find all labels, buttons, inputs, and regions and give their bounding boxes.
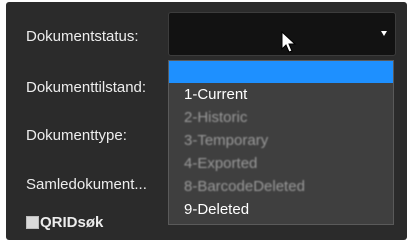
- mouse-cursor-icon: [281, 31, 297, 53]
- qrid-search-checkbox[interactable]: QRIDsøk: [26, 214, 103, 231]
- option-temporary[interactable]: 3-Temporary: [169, 129, 393, 152]
- option-empty[interactable]: [169, 61, 393, 83]
- option-historic[interactable]: 2-Historic: [169, 106, 393, 129]
- dokumenttilstand-label: Dokumenttilstand:: [26, 79, 147, 96]
- qrid-search-label: QRIDsøk: [40, 214, 104, 231]
- option-exported[interactable]: 4-Exported: [169, 152, 393, 175]
- option-deleted[interactable]: 9-Deleted: [169, 198, 393, 221]
- dokumentstatus-label: Dokumentstatus:: [26, 28, 139, 45]
- dokumentstatus-select[interactable]: [168, 12, 396, 56]
- option-barcodedeleted[interactable]: 8-BarcodeDeleted: [169, 175, 393, 198]
- option-current[interactable]: 1-Current: [169, 83, 393, 106]
- checkbox-icon[interactable]: [26, 216, 39, 229]
- dokumenttype-label: Dokumenttype:: [26, 127, 127, 144]
- form-panel: Dokumentstatus: Dokumenttilstand: Dokume…: [6, 2, 407, 240]
- samledokument-label: Samledokument...: [26, 176, 147, 193]
- chevron-down-icon[interactable]: [381, 31, 387, 36]
- dokumentstatus-options-list: 1-Current 2-Historic 3-Temporary 4-Expor…: [168, 60, 394, 225]
